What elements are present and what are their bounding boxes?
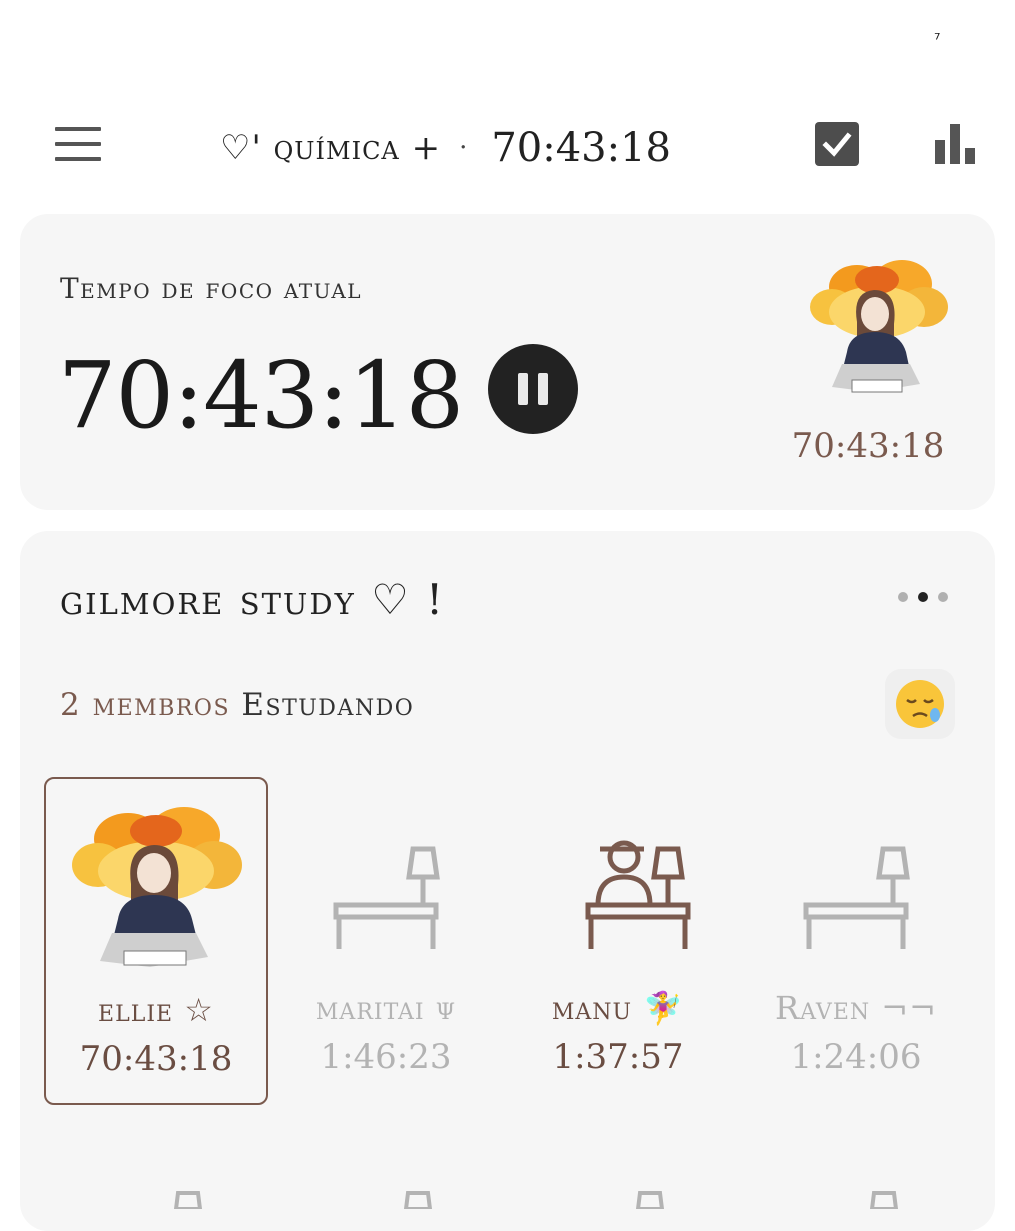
member-card-raven[interactable]: Raven ¬¬ 1:24:06: [746, 777, 966, 1101]
empty-desk-icon: [803, 846, 910, 949]
member-card-manu[interactable]: manu 🧚‍♀️ 1:37:57: [508, 777, 728, 1101]
top-bar: ♡' química + · 70:43:18: [0, 110, 1015, 186]
bar-chart-icon[interactable]: [935, 124, 977, 164]
members-count: 2 membros: [60, 687, 231, 723]
desk-lamp-icon: [173, 1191, 203, 1209]
member-card-maritai[interactable]: maritai ψ 1:46:23: [276, 777, 496, 1101]
pause-button[interactable]: [488, 344, 578, 434]
member-time: 70:43:18: [79, 1039, 233, 1079]
focus-time-label: Tempo de foco atual: [60, 272, 363, 305]
focus-timer: 70:43:18: [58, 342, 464, 449]
user-avatar[interactable]: [802, 252, 952, 402]
member-card-ellie[interactable]: ellie ☆ 70:43:18: [44, 777, 268, 1105]
subject-timer-title[interactable]: ♡' química + · 70:43:18: [220, 120, 690, 176]
members-status-verb: Estudando: [241, 687, 415, 723]
member-avatar: [72, 807, 242, 967]
member-name: maritai ψ: [315, 989, 457, 1027]
pause-icon: [518, 373, 528, 405]
hamburger-menu-icon[interactable]: [55, 127, 101, 161]
studying-person-icon: [585, 840, 691, 949]
more-dots-icon[interactable]: [894, 587, 954, 607]
title-separator: ·: [459, 133, 468, 163]
member-time: 1:37:57: [552, 1037, 684, 1077]
desk-lamp-icon: [403, 1191, 433, 1209]
desk-lamp-icon: [635, 1191, 665, 1209]
group-name: gilmore study ♡ !: [60, 575, 445, 624]
member-name: ellie ☆: [98, 991, 214, 1029]
subject-name[interactable]: ♡' química +: [220, 128, 441, 168]
members-studying-label: 2 membros Estudando: [60, 687, 414, 723]
status-indicator: ⁷: [934, 30, 941, 49]
focus-time-card: Tempo de foco atual 70:43:18 70:43:18: [20, 214, 995, 510]
member-time: 1:24:06: [790, 1037, 922, 1077]
checkbox-checked-icon[interactable]: [815, 122, 859, 166]
header-timer: 70:43:18: [491, 125, 671, 171]
desk-lamp-icon: [869, 1191, 899, 1209]
avatar-timer: 70:43:18: [791, 426, 945, 466]
member-name: manu 🧚‍♀️: [551, 989, 685, 1027]
member-name: Raven ¬¬: [775, 989, 937, 1027]
member-time: 1:46:23: [320, 1037, 452, 1077]
sleepy-face-icon[interactable]: [885, 669, 955, 739]
study-group-card: gilmore study ♡ ! 2 membros Estudando el…: [20, 531, 995, 1231]
empty-desk-icon: [333, 846, 440, 949]
